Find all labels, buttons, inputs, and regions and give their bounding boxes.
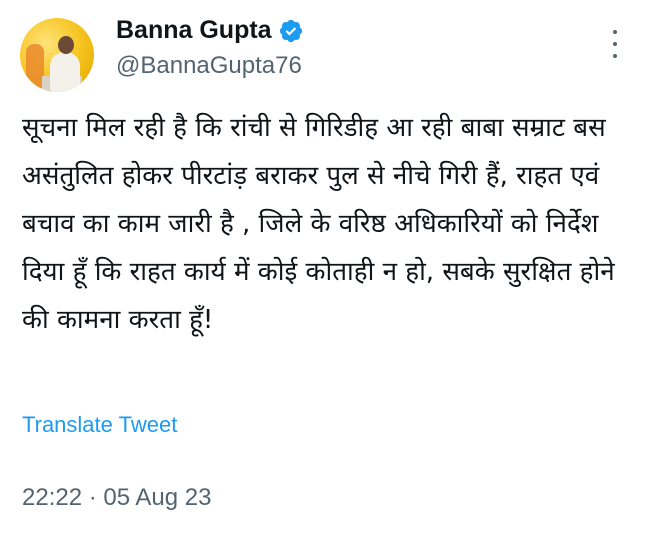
translate-tweet-link[interactable]: Translate Tweet (22, 412, 177, 438)
tweet-timestamp[interactable]: 22:22 · 05 Aug 23 (22, 484, 212, 512)
author-handle[interactable]: @BannaGupta76 (116, 52, 302, 80)
tweet-card: Banna Gupta @BannaGupta76 सूचना मिल रही … (0, 0, 650, 540)
avatar-figure-head (58, 36, 74, 54)
avatar[interactable] (20, 18, 94, 92)
author-name[interactable]: Banna Gupta (116, 16, 272, 45)
more-dot (613, 42, 617, 46)
author-name-row[interactable]: Banna Gupta (116, 16, 304, 45)
tweet-text: सूचना मिल रही है कि रांची से गिरिडीह आ र… (22, 113, 615, 335)
more-dot (613, 54, 617, 58)
more-options-icon[interactable] (610, 30, 620, 58)
more-dot (613, 30, 617, 34)
avatar-figure-body (50, 52, 80, 92)
verified-badge-icon (278, 18, 304, 44)
